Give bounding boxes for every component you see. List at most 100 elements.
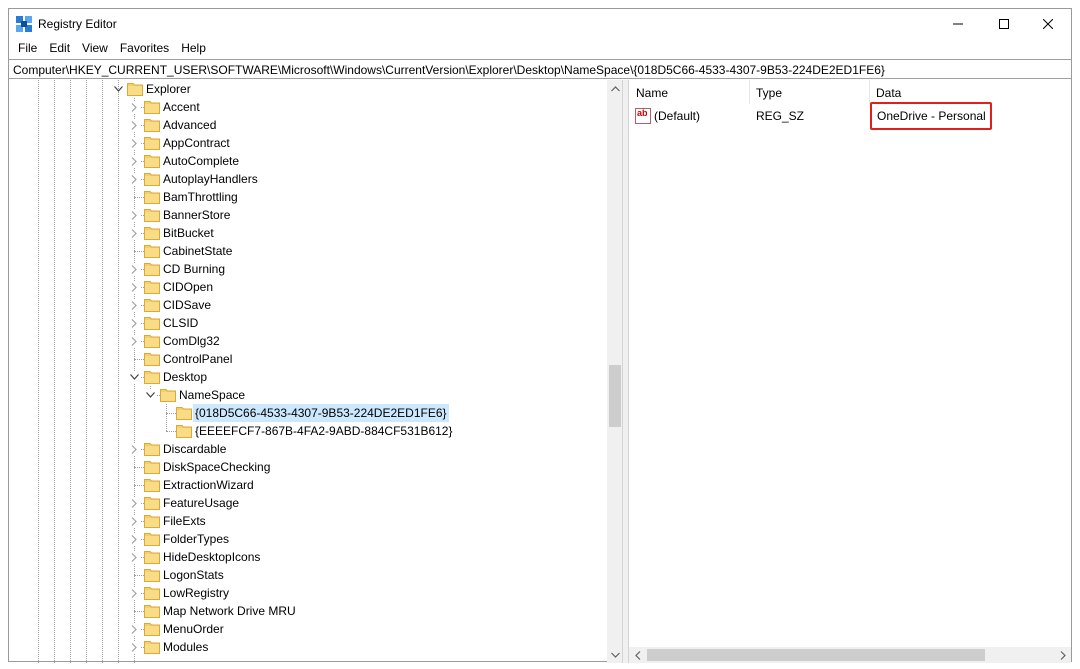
- chevron-right-icon[interactable]: [128, 335, 140, 347]
- tree-node[interactable]: HideDesktopIcons: [9, 548, 607, 566]
- tree-node[interactable]: AppContract: [9, 134, 607, 152]
- tree-node-label: BamThrottling: [163, 190, 238, 204]
- folder-icon: [144, 117, 160, 132]
- chevron-right-icon[interactable]: [128, 155, 140, 167]
- chevron-down-icon[interactable]: [128, 371, 140, 383]
- tree-node[interactable]: NameSpace: [9, 386, 607, 404]
- tree-node[interactable]: Discardable: [9, 440, 607, 458]
- tree-node[interactable]: FeatureUsage: [9, 494, 607, 512]
- tree-node[interactable]: DiskSpaceChecking: [9, 458, 607, 476]
- chevron-right-icon[interactable]: [128, 137, 140, 149]
- tree-node[interactable]: ExtractionWizard: [9, 476, 607, 494]
- key-tree: Explorer Accent Advanced AppContract AutoCo…: [9, 80, 607, 663]
- chevron-right-icon[interactable]: [128, 281, 140, 293]
- tree-node-label: {EEEEFCF7-867B-4FA2-9ABD-884CF531B612}: [195, 424, 453, 438]
- column-header-type[interactable]: Type: [749, 80, 869, 104]
- tree-node-explorer[interactable]: Explorer: [9, 80, 607, 98]
- chevron-right-icon[interactable]: [128, 641, 140, 653]
- tree-node[interactable]: Advanced: [9, 116, 607, 134]
- tree-node[interactable]: {EEEEFCF7-867B-4FA2-9ABD-884CF531B612}: [9, 422, 607, 440]
- scroll-down-arrow-icon[interactable]: [607, 646, 622, 663]
- column-header-data[interactable]: Data: [869, 80, 1069, 104]
- chevron-right-icon[interactable]: [128, 551, 140, 563]
- folder-icon: [176, 405, 192, 420]
- tree-node[interactable]: BamThrottling: [9, 188, 607, 206]
- tree-node[interactable]: Accent: [9, 98, 607, 116]
- window-title: Registry Editor: [38, 17, 117, 31]
- scroll-thumb[interactable]: [647, 649, 985, 661]
- tree-node[interactable]: CD Burning: [9, 260, 607, 278]
- tree-node[interactable]: FileExts: [9, 512, 607, 530]
- tree-node[interactable]: CIDSave: [9, 296, 607, 314]
- folder-icon: [144, 459, 160, 474]
- folder-icon: [160, 387, 176, 402]
- tree-node[interactable]: BitBucket: [9, 224, 607, 242]
- minimize-button[interactable]: [935, 9, 981, 39]
- tree-node[interactable]: LogonStats: [9, 566, 607, 584]
- values-horizontal-scrollbar[interactable]: [629, 647, 1071, 663]
- chevron-right-icon[interactable]: [128, 533, 140, 545]
- chevron-down-icon[interactable]: [112, 83, 124, 95]
- scroll-right-arrow-icon[interactable]: [1054, 647, 1071, 663]
- maximize-button[interactable]: [981, 9, 1027, 39]
- chevron-right-icon[interactable]: [128, 299, 140, 311]
- chevron-right-icon[interactable]: [128, 515, 140, 527]
- tree-node-label: CLSID: [163, 316, 199, 330]
- scroll-up-arrow-icon[interactable]: [607, 80, 622, 97]
- folder-icon: [144, 549, 160, 564]
- close-button[interactable]: [1025, 9, 1071, 39]
- menu-file[interactable]: File: [12, 39, 43, 59]
- tree-node[interactable]: CLSID: [9, 314, 607, 332]
- folder-icon: [144, 153, 160, 168]
- chevron-right-icon[interactable]: [128, 317, 140, 329]
- folder-icon: [144, 333, 160, 348]
- tree-node[interactable]: CabinetState: [9, 242, 607, 260]
- folder-icon: [144, 189, 160, 204]
- value-name: (Default): [654, 109, 701, 123]
- chevron-right-icon[interactable]: [128, 263, 140, 275]
- folder-icon: [127, 81, 143, 96]
- tree-node-label: Explorer: [146, 82, 191, 96]
- menu-favorites[interactable]: Favorites: [114, 39, 175, 59]
- tree-node[interactable]: AutoComplete: [9, 152, 607, 170]
- chevron-down-icon[interactable]: [144, 389, 156, 401]
- chevron-right-icon[interactable]: [128, 227, 140, 239]
- chevron-right-icon[interactable]: [128, 119, 140, 131]
- tree-node-label: BitBucket: [163, 226, 214, 240]
- tree-node-label: Desktop: [163, 370, 208, 384]
- tree-node[interactable]: BannerStore: [9, 206, 607, 224]
- tree-node[interactable]: LowRegistry: [9, 584, 607, 602]
- menu-view[interactable]: View: [76, 39, 114, 59]
- chevron-right-icon[interactable]: [128, 623, 140, 635]
- tree-node-label: AutoplayHandlers: [163, 172, 258, 186]
- chevron-right-icon[interactable]: [128, 443, 140, 455]
- tree-node[interactable]: AutoplayHandlers: [9, 170, 607, 188]
- column-header-name[interactable]: Name: [629, 80, 749, 104]
- scroll-thumb[interactable]: [609, 365, 621, 427]
- value-row[interactable]: ab (Default) REG_SZ OneDrive - Personal: [629, 102, 1071, 130]
- menu-edit[interactable]: Edit: [43, 39, 76, 59]
- tree-node[interactable]: FolderTypes: [9, 530, 607, 548]
- folder-icon: [144, 567, 160, 582]
- tree-node[interactable]: CIDOpen: [9, 278, 607, 296]
- chevron-right-icon[interactable]: [128, 497, 140, 509]
- chevron-right-icon[interactable]: [128, 101, 140, 113]
- tree-node[interactable]: ControlPanel: [9, 350, 607, 368]
- tree-node[interactable]: Map Network Drive MRU: [9, 602, 607, 620]
- address-bar[interactable]: Computer\HKEY_CURRENT_USER\SOFTWARE\Micr…: [9, 59, 1071, 79]
- values-pane: Name Type Data ab (Default) REG_SZ OneDr…: [629, 80, 1071, 663]
- highlight-box: [870, 102, 992, 130]
- chevron-right-icon[interactable]: [128, 173, 140, 185]
- chevron-right-icon[interactable]: [128, 209, 140, 221]
- folder-icon: [144, 171, 160, 186]
- tree-node[interactable]: {018D5C66-4533-4307-9B53-224DE2ED1FE6}: [9, 404, 607, 422]
- tree-node[interactable]: MenuOrder: [9, 620, 607, 638]
- menu-help[interactable]: Help: [175, 39, 212, 59]
- scroll-left-arrow-icon[interactable]: [629, 647, 646, 663]
- tree-node[interactable]: Desktop: [9, 368, 607, 386]
- tree-vertical-scrollbar[interactable]: [607, 80, 622, 663]
- tree-node[interactable]: ComDlg32: [9, 332, 607, 350]
- tree-node[interactable]: Modules: [9, 638, 607, 656]
- chevron-right-icon[interactable]: [128, 587, 140, 599]
- tree-node-label: AppContract: [163, 136, 230, 150]
